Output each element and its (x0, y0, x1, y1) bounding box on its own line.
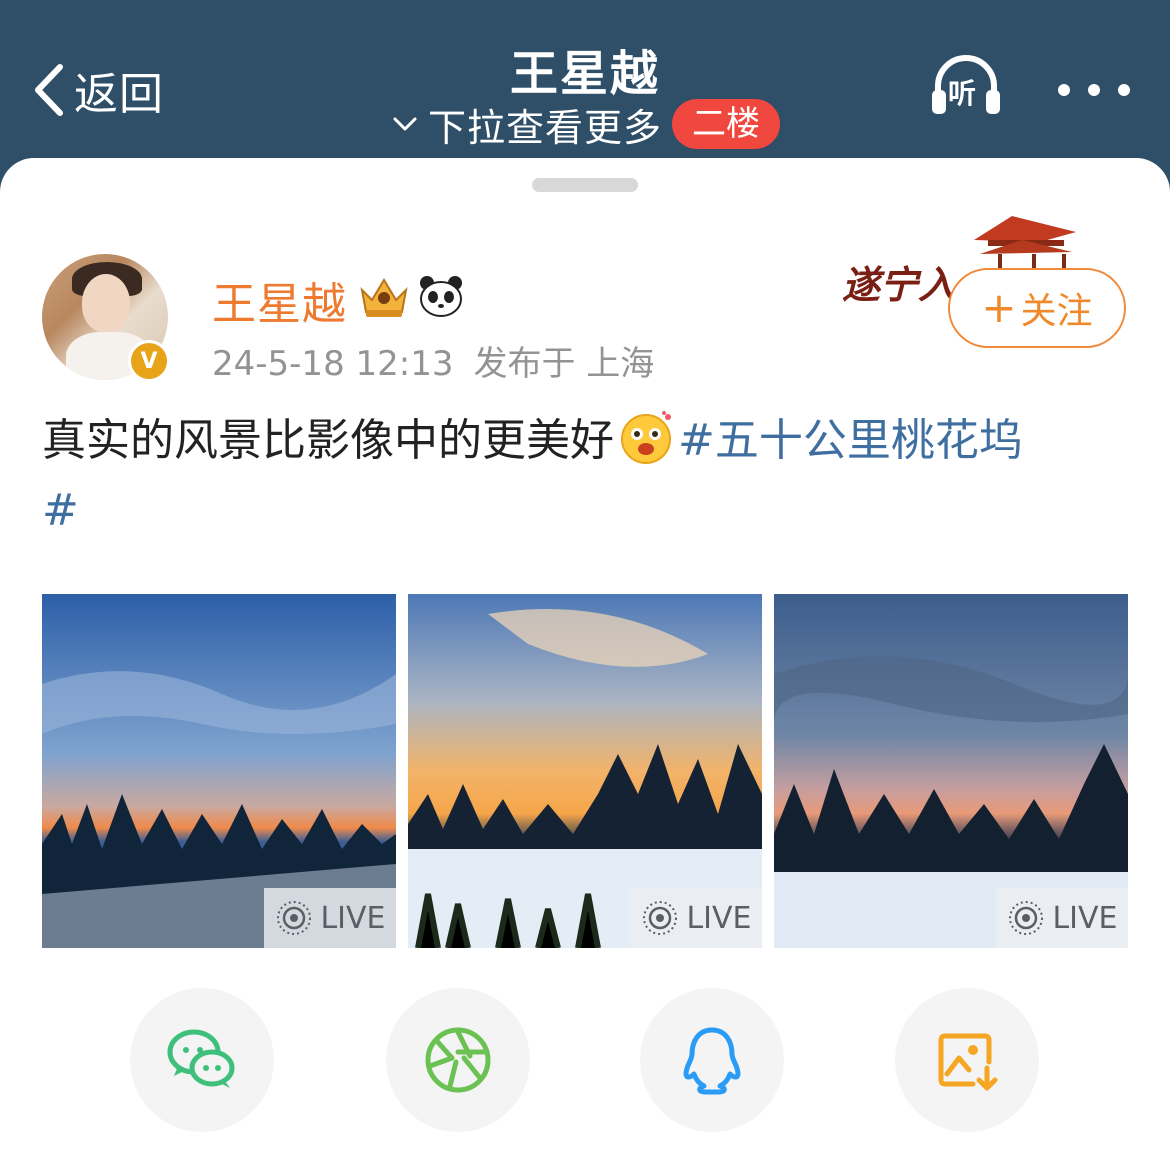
post-location: 发布于 上海 (473, 344, 655, 384)
photo-1[interactable]: LIVE (42, 594, 396, 948)
listen-label: 听 (948, 77, 977, 110)
share-qq-button[interactable] (640, 988, 784, 1132)
live-photo-badge: LIVE (996, 888, 1128, 948)
pull-down-hint[interactable]: 下拉查看更多 二楼 (392, 96, 781, 152)
pull-hint-text: 下拉查看更多 (428, 105, 663, 150)
excited-face-emoji-icon (621, 411, 671, 464)
save-image-icon (938, 1033, 998, 1091)
more-options-button[interactable] (1058, 78, 1130, 102)
drag-handle[interactable] (532, 178, 638, 192)
photo-2[interactable]: LIVE (408, 594, 762, 948)
live-photo-badge: LIVE (264, 888, 396, 948)
second-floor-badge[interactable]: 二楼 (672, 99, 781, 149)
listen-button[interactable]: 听 (928, 54, 1004, 120)
moments-icon (425, 1027, 491, 1093)
live-photo-icon (643, 901, 678, 935)
post-text: 真实的风景比影像中的更美好 (42, 415, 614, 466)
photo-3[interactable]: LIVE (774, 594, 1128, 948)
decor-text: 遂宁入 (842, 262, 957, 307)
post-meta: 24-5-18 12:13 发布于 上海 (212, 336, 654, 385)
live-photo-icon (277, 901, 312, 935)
share-moments-button[interactable] (386, 988, 530, 1132)
post-sheet: V 王星越 24-5-18 12:13 发布于 上海 遂宁入 + 关注 真实的风… (0, 158, 1170, 1168)
crown-badge-icon[interactable] (356, 272, 412, 320)
dot-icon (1118, 84, 1130, 96)
live-photo-badge: LIVE (630, 888, 762, 948)
verified-badge-icon: V (128, 340, 170, 382)
live-label: LIVE (686, 900, 752, 936)
live-photo-icon (1009, 901, 1044, 935)
wechat-icon (167, 1029, 235, 1088)
dot-icon (1088, 84, 1100, 96)
share-save-image-button[interactable] (895, 988, 1039, 1132)
qq-icon (683, 1027, 741, 1095)
author-name[interactable]: 王星越 (212, 268, 347, 332)
panda-icon[interactable] (418, 274, 464, 318)
follow-label: 关注 (1020, 291, 1093, 332)
post-date: 24-5-18 12:13 (212, 344, 454, 384)
photo-grid: LIVE LIVE LIVE (42, 594, 1128, 948)
top-navigation-bar: 返回 王星越 下拉查看更多 二楼 听 (0, 0, 1170, 170)
hashtag-link[interactable]: #五十公里桃花坞 (678, 415, 1023, 466)
plus-icon: + (981, 283, 1017, 332)
follow-button[interactable]: + 关注 (948, 268, 1126, 348)
chevron-down-icon (393, 117, 417, 131)
live-label: LIVE (1052, 900, 1118, 936)
share-bar (0, 988, 1170, 1138)
post-body: 真实的风景比影像中的更美好 #五十公里桃花坞 # (42, 406, 1132, 546)
dot-icon (1058, 84, 1070, 96)
share-wechat-button[interactable] (130, 988, 274, 1132)
hashtag-end[interactable]: # (42, 485, 79, 536)
live-label: LIVE (320, 900, 386, 936)
author-avatar[interactable]: V (42, 254, 170, 382)
